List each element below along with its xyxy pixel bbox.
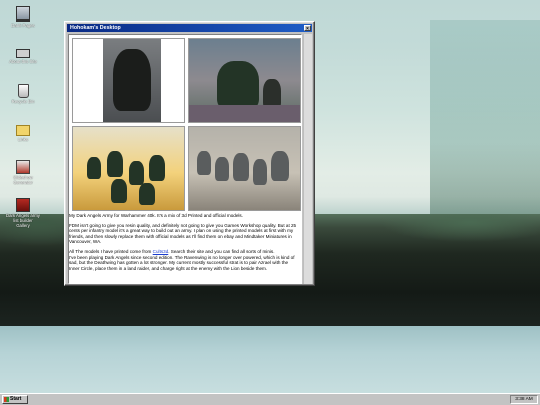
disk-icon — [16, 49, 30, 58]
desktop-icon-label: Recycle Bin — [11, 99, 35, 104]
photo-grid — [72, 38, 301, 213]
system-clock: 3:38 AM — [510, 395, 538, 404]
photo-table — [189, 105, 300, 122]
windows-logo-icon — [4, 397, 9, 402]
desktop-icon-recycle-bin[interactable]: Recycle Bin — [6, 84, 40, 104]
model-silhouette — [253, 159, 267, 185]
post-text: All The models I have printed come from — [69, 248, 153, 254]
window-content: My Dark Angels Army for Warhammer 40k. I… — [68, 34, 302, 284]
model-silhouette — [129, 161, 144, 185]
wallpaper-water — [0, 326, 540, 393]
model-silhouette — [111, 179, 127, 203]
wallpaper-tree — [430, 20, 540, 225]
model-silhouette — [87, 157, 101, 179]
model-silhouette — [197, 151, 211, 175]
photo-squad-green[interactable] — [72, 126, 185, 211]
folder-icon — [16, 125, 30, 136]
post-text: . Search their site and you can find all… — [168, 248, 275, 254]
start-button[interactable]: Start — [2, 395, 28, 404]
photo-squad-gray[interactable] — [188, 126, 301, 211]
browser-window[interactable]: Hohokam's Desktop × My Dark Angels Army … — [64, 21, 315, 286]
desktop-icon-label: Slideshow Generator — [13, 175, 33, 185]
close-icon: × — [306, 26, 309, 32]
window-title: Hohokam's Desktop — [70, 25, 121, 31]
vertical-scrollbar[interactable] — [303, 34, 312, 284]
model-silhouette — [233, 153, 249, 181]
desktop-icon-slideshow[interactable]: Slideshow Generator — [6, 160, 40, 185]
model-silhouette — [139, 183, 155, 205]
desktop-icon-label: Dark Angels army list builder Gallery — [6, 213, 40, 228]
desktop-icon-links[interactable]: Links — [6, 122, 40, 142]
model-silhouette — [271, 151, 289, 181]
computer-icon — [16, 6, 30, 22]
model-silhouette — [215, 157, 229, 181]
photo-model-table[interactable] — [188, 38, 301, 123]
close-button[interactable]: × — [304, 25, 311, 32]
post-text: I've been playing Dark Angels since seco… — [69, 254, 295, 271]
post-body: My Dark Angels Army for Warhammer 40k. I… — [69, 213, 297, 275]
title-bar[interactable]: Hohokam's Desktop × — [67, 24, 312, 32]
recycle-bin-icon — [17, 84, 29, 98]
post-paragraph: FDM isn't going to give you resin qualit… — [69, 222, 297, 245]
desktop-icon-dank-pages[interactable]: Dank Pages — [6, 6, 40, 28]
post-paragraph: My Dark Angels Army for Warhammer 40k. I… — [69, 213, 243, 218]
post-paragraph: All The models I have printed come from … — [69, 249, 297, 271]
cults3d-link[interactable]: Cults3d — [153, 249, 169, 254]
book-icon — [16, 198, 30, 212]
start-label: Start — [10, 396, 22, 402]
model-silhouette — [107, 151, 123, 177]
game-icon — [16, 160, 30, 174]
model-silhouette — [113, 49, 151, 111]
desktop-icon-label: Dank Pages — [11, 23, 35, 28]
desktop-icon-label: About this Site — [9, 59, 37, 64]
model-silhouette — [149, 155, 165, 181]
desktop-icon-about[interactable]: About this Site — [6, 46, 40, 64]
taskbar: Start 3:38 AM — [0, 393, 540, 405]
model-silhouette — [217, 61, 259, 109]
desktop-icon-gallery[interactable]: Dark Angels army list builder Gallery — [6, 198, 40, 228]
desktop-icon-label: Links — [17, 137, 29, 142]
photo-model-black[interactable] — [72, 38, 185, 123]
